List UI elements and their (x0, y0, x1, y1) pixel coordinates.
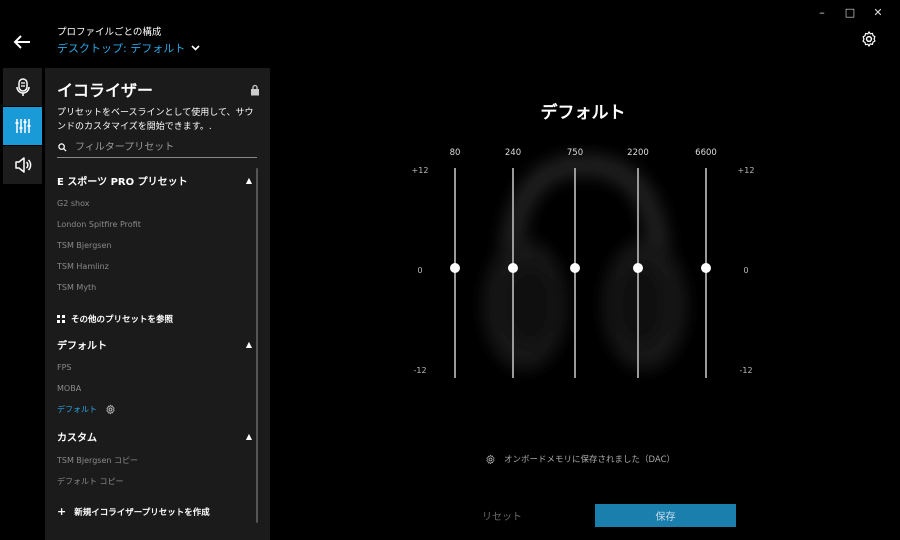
band-frequency: 240 (504, 148, 522, 158)
equalizer-icon (15, 119, 30, 133)
create-label: 新規イコライザープリセットを作成 (74, 507, 210, 518)
section-title: E スポーツ PRO プリセット (57, 176, 188, 188)
create-preset-button[interactable]: + 新規イコライザープリセットを作成 (57, 505, 210, 518)
window-controls: – □ ✕ (808, 4, 892, 20)
band-slider-track[interactable] (454, 168, 456, 378)
chip-icon (486, 454, 495, 464)
chevron-up-icon: ▲ (245, 339, 252, 349)
preset-item[interactable]: FPS (57, 363, 72, 372)
db-label-bottom: -12 (739, 366, 753, 375)
band-frequency: 2200 (627, 148, 649, 158)
section-title: デフォルト (57, 340, 107, 352)
db-label-top: +12 (411, 166, 429, 175)
panel-title: イコライザー (57, 81, 154, 100)
panel-scrollbar[interactable] (256, 168, 258, 523)
rail-audio[interactable] (3, 146, 42, 184)
section-default[interactable]: デフォルト ▲ (57, 336, 252, 352)
gear-icon[interactable] (860, 30, 878, 48)
grid-icon (57, 315, 65, 323)
side-rail (3, 68, 42, 185)
preset-item[interactable]: TSM Hamlinz (57, 262, 109, 271)
preset-item[interactable]: G2 shox (57, 199, 89, 208)
lock-icon (251, 84, 259, 96)
plus-icon: + (57, 505, 67, 518)
status-text: オンボードメモリに保存されました（DAC） (504, 455, 675, 465)
save-status: オンボードメモリに保存されました（DAC） (485, 453, 675, 465)
close-button[interactable]: ✕ (864, 4, 892, 20)
band-slider-knob[interactable] (570, 263, 580, 273)
preset-item[interactable]: MOBA (57, 384, 81, 393)
equalizer-panel: イコライザー プリセットをベースラインとして使用して、サウンドのカスタマイズを開… (45, 68, 270, 540)
preset-item-active[interactable]: デフォルト (57, 404, 116, 415)
preset-item[interactable]: デフォルト コピー (57, 476, 124, 487)
preset-search (57, 138, 257, 158)
section-custom[interactable]: カスタム ▲ (57, 428, 252, 444)
equalizer-title: デフォルト (540, 103, 626, 123)
back-arrow-icon[interactable] (10, 30, 34, 54)
microphone-icon (15, 78, 30, 96)
rail-microphone[interactable] (3, 68, 42, 106)
headset-image (483, 153, 687, 370)
preset-item[interactable]: London Spitfire Profit (57, 220, 141, 229)
band-slider-knob[interactable] (450, 263, 460, 273)
db-label-mid: 0 (743, 266, 749, 275)
band-slider-track[interactable] (512, 168, 514, 378)
section-esports[interactable]: E スポーツ PRO プリセット ▲ (57, 172, 252, 188)
maximize-button[interactable]: □ (836, 4, 864, 20)
db-label-top: +12 (737, 166, 755, 175)
band-slider-knob[interactable] (633, 263, 643, 273)
minimize-button[interactable]: – (808, 4, 836, 20)
preset-item[interactable]: TSM Bjergsen (57, 241, 111, 250)
section-title: カスタム (57, 432, 97, 444)
search-icon (58, 143, 67, 152)
band-slider-track[interactable] (705, 168, 707, 378)
chevron-up-icon: ▲ (245, 431, 252, 441)
rail-equalizer[interactable] (3, 107, 42, 145)
band-frequency: 6600 (695, 148, 717, 158)
chevron-down-icon (191, 45, 200, 51)
band-slider-track[interactable] (637, 168, 639, 378)
chevron-up-icon: ▲ (245, 175, 252, 185)
browse-label: その他のプリセットを参照 (71, 315, 174, 325)
db-label-bottom: -12 (413, 366, 427, 375)
band-slider-knob[interactable] (508, 263, 518, 273)
gear-icon[interactable] (105, 404, 116, 415)
profile-name: デスクトップ: デフォルト (57, 42, 186, 55)
panel-description: プリセットをベースラインとして使用して、サウンドのカスタマイズを開始できます。. (57, 108, 254, 132)
preset-item[interactable]: TSM Bjergsen コピー (57, 455, 138, 466)
browse-presets-link[interactable]: その他のプリセットを参照 (57, 313, 173, 325)
preset-item[interactable]: TSM Myth (57, 283, 96, 292)
search-input[interactable] (75, 142, 245, 153)
band-frequency: 750 (566, 148, 584, 158)
reset-button[interactable]: リセット (450, 504, 554, 527)
save-button[interactable]: 保存 (595, 504, 736, 527)
speaker-icon (14, 157, 31, 173)
band-slider-track[interactable] (574, 168, 576, 378)
preset-label: デフォルト (57, 405, 97, 414)
profile-dropdown[interactable]: デスクトップ: デフォルト (57, 40, 200, 56)
db-label-mid: 0 (417, 266, 423, 275)
profile-caption: プロファイルごとの構成 (57, 27, 162, 38)
band-slider-knob[interactable] (701, 263, 711, 273)
band-frequency: 80 (449, 148, 461, 158)
